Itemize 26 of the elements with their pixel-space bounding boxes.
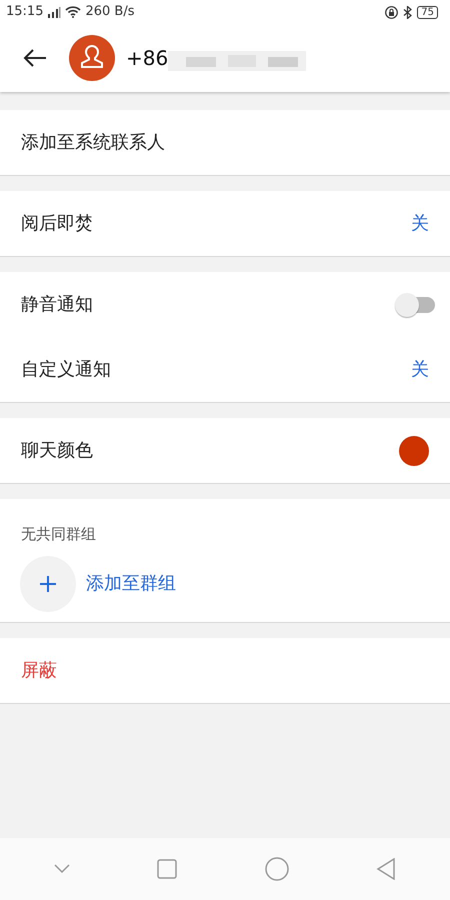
back-triangle-icon[interactable] xyxy=(376,858,396,880)
setting-value[interactable]: 关 xyxy=(411,356,429,383)
lock-icon xyxy=(385,6,398,18)
setting-label: 聊天颜色 xyxy=(21,439,93,463)
square-icon[interactable] xyxy=(157,859,178,879)
block-label: 屏蔽 xyxy=(21,659,57,683)
circle-icon[interactable] xyxy=(264,857,289,881)
section-heading: 无共同群组 xyxy=(21,524,96,544)
setting-label: 阅后即焚 xyxy=(21,212,93,236)
clock-time: 15:15 xyxy=(6,3,44,22)
contact-number: +86 xyxy=(126,45,168,72)
color-swatch[interactable] xyxy=(399,436,429,466)
setting-label: 自定义通知 xyxy=(21,358,111,382)
setting-label: 静音通知 xyxy=(21,293,93,317)
add-to-group-button[interactable]: 添加至群组 xyxy=(86,570,176,597)
avatar-icon xyxy=(69,35,115,81)
setting-value[interactable]: 关 xyxy=(411,210,429,237)
network-speed: 260 B/s xyxy=(85,3,134,22)
battery-level: 75 xyxy=(417,6,438,18)
wifi-icon xyxy=(65,6,82,18)
setting-label: 添加至系统联系人 xyxy=(21,131,165,155)
toggle-switch[interactable] xyxy=(395,292,435,318)
chevron-down-icon[interactable] xyxy=(54,864,70,874)
back-arrow-icon[interactable] xyxy=(23,48,47,68)
bluetooth-icon xyxy=(403,6,412,18)
signal-icon xyxy=(47,6,62,18)
